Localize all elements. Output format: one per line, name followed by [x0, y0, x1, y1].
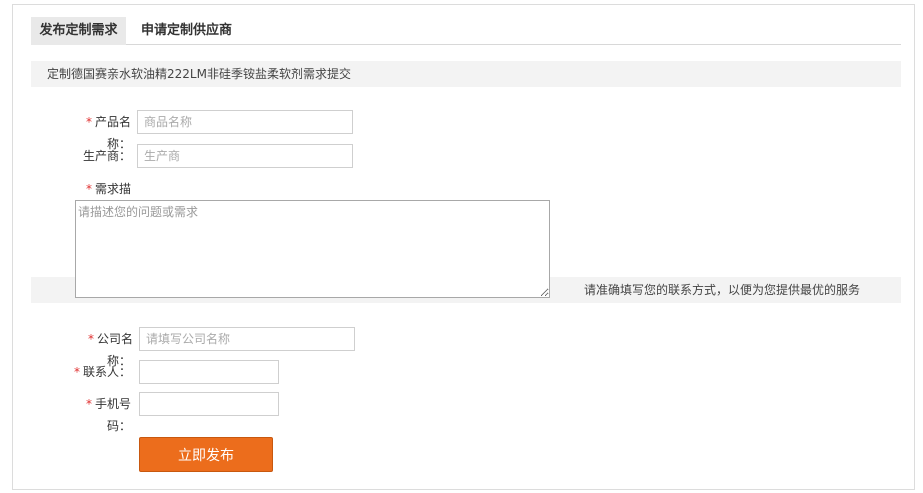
contact-person-input[interactable] [139, 360, 279, 384]
required-mark: * [87, 332, 94, 346]
company-name-label: * 公司名 [87, 332, 133, 346]
required-mark: * [85, 182, 92, 196]
tab-apply-custom-supplier[interactable]: 申请定制供应商 [135, 17, 238, 45]
phone-label-wrap: 码： [106, 419, 131, 433]
contact-person-label: * 联系人： [73, 365, 131, 379]
required-mark: * [85, 397, 92, 411]
form-intro: 定制德国赛亲水软油精222LM非硅季铵盐柔软剂需求提交 [31, 61, 901, 87]
phone-label: * 手机号 [85, 397, 131, 411]
manufacturer-label: 生产商： [82, 149, 131, 163]
product-name-input[interactable] [137, 110, 353, 134]
manufacturer-input[interactable] [137, 144, 353, 168]
form-panel: 发布定制需求 申请定制供应商 定制德国赛亲水软油精222LM非硅季铵盐柔软剂需求… [12, 4, 915, 490]
publish-button[interactable]: 立即发布 [139, 437, 273, 472]
description-textarea[interactable] [75, 200, 550, 298]
required-mark: * [73, 365, 80, 379]
contact-notice: 请准确填写您的联系方式，以便为您提供最优的服务 [584, 283, 861, 297]
tab-publish-custom-request[interactable]: 发布定制需求 [31, 17, 126, 45]
tab-bar: 发布定制需求 申请定制供应商 [31, 13, 901, 45]
description-label: * 需求描 [85, 182, 131, 196]
required-mark: * [85, 115, 92, 129]
product-name-label: * 产品名 [85, 115, 131, 129]
company-name-input[interactable] [139, 327, 355, 351]
phone-input[interactable] [139, 392, 279, 416]
